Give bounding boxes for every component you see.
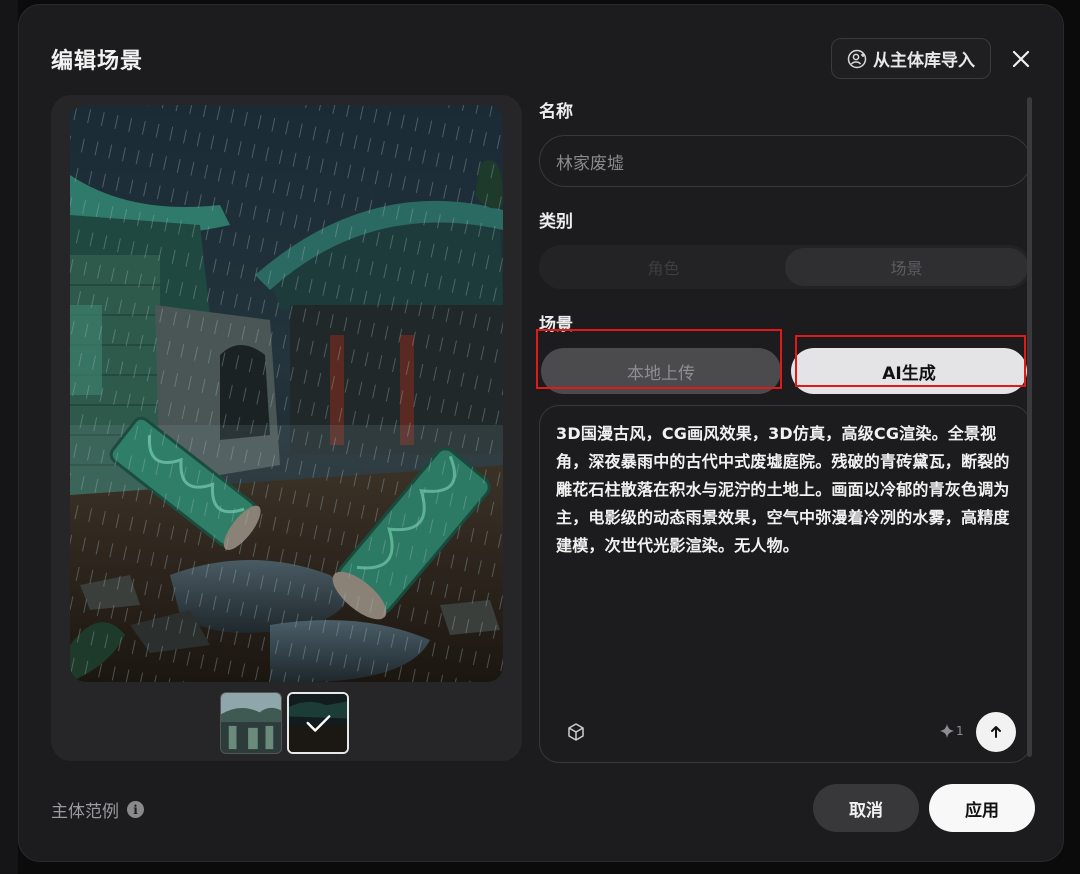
name-input[interactable] xyxy=(539,135,1031,187)
prompt-text[interactable]: 3D国漫古风，CG画风效果，3D仿真，高级CG渲染。全景视角，深夜暴雨中的古代中… xyxy=(556,420,1020,560)
scene-label: 场景 xyxy=(539,315,573,335)
close-button[interactable] xyxy=(1005,43,1037,75)
import-button-label: 从主体库导入 xyxy=(873,51,975,71)
sparkle-icon xyxy=(940,724,954,738)
credit-indicator: 1 xyxy=(940,724,964,738)
subject-example-label: 主体范例 xyxy=(51,802,119,822)
category-option-character[interactable]: 角色 xyxy=(542,248,785,286)
cancel-button[interactable]: 取消 xyxy=(813,784,919,832)
category-segmented-control: 角色 场景 xyxy=(539,245,1031,289)
import-from-library-button[interactable]: 从主体库导入 xyxy=(831,38,991,79)
prompt-textarea[interactable]: 3D国漫古风，CG画风效果，3D仿真，高级CG渲染。全景视角，深夜暴雨中的古代中… xyxy=(539,405,1031,763)
send-button[interactable] xyxy=(976,712,1016,752)
form-scrollbar[interactable] xyxy=(1027,97,1032,757)
close-icon xyxy=(1012,50,1030,68)
info-icon[interactable]: i xyxy=(127,801,144,818)
thumbnail-2-selected[interactable] xyxy=(287,692,349,754)
scene-preview-image[interactable] xyxy=(70,105,503,682)
name-label: 名称 xyxy=(539,102,573,122)
arrow-up-icon xyxy=(991,726,1001,738)
apply-button[interactable]: 应用 xyxy=(929,784,1035,832)
credit-count: 1 xyxy=(956,724,964,738)
category-label: 类别 xyxy=(539,212,573,232)
ai-generate-button[interactable]: AI生成 xyxy=(791,348,1027,394)
thumbnail-1[interactable] xyxy=(220,692,282,754)
dialog-title: 编辑场景 xyxy=(51,49,144,74)
local-upload-button[interactable]: 本地上传 xyxy=(541,348,781,394)
subject-example-link[interactable]: 主体范例 i xyxy=(51,797,144,822)
cube-icon[interactable] xyxy=(566,722,586,742)
category-option-scene[interactable]: 场景 xyxy=(785,248,1028,286)
edit-scene-dialog: 编辑场景 从主体库导入 名称 林家废墟 类别 角色 场景 场景 本地上传 AI生… xyxy=(18,4,1064,862)
user-plus-icon xyxy=(847,49,867,68)
image-preview-panel xyxy=(51,95,522,761)
